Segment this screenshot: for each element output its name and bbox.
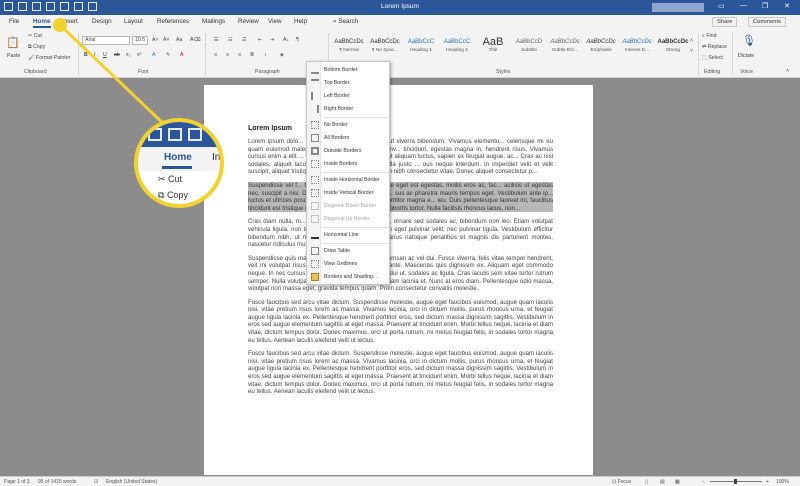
zoom-in-button[interactable]: + [766, 479, 769, 485]
callout-connector [58, 23, 170, 130]
magnified-title-bar [138, 122, 220, 147]
focus-button[interactable]: ⊡ Focus [612, 479, 631, 485]
magnified-home-underline [162, 166, 192, 169]
magnified-copy-label: Copy [166, 190, 188, 200]
grid-icon [188, 128, 202, 141]
web-layout-icon[interactable]: ▦ [675, 479, 680, 485]
print-layout-icon[interactable]: ▤ [660, 479, 665, 485]
zoom-magnifier: Home In ✂ Cut ⧉ Copy [134, 118, 224, 208]
copy-icon: ⧉ [158, 190, 167, 200]
zoom-level[interactable]: 100% [776, 479, 789, 485]
focus-label: Focus [617, 479, 632, 485]
magnified-insert-tab: In [212, 152, 221, 163]
read-mode-icon[interactable]: ▯ [645, 479, 648, 485]
folder-icon [168, 128, 182, 141]
magnified-toolbar [148, 128, 202, 141]
zoom-slider-thumb[interactable] [734, 479, 737, 484]
language-indicator[interactable]: English (United States) [106, 479, 157, 485]
word-count[interactable]: 95 of 1415 words [38, 479, 76, 485]
status-bar: Page 1 of 3 95 of 1415 words ☑ English (… [0, 476, 800, 486]
callout-line [58, 23, 170, 130]
magnified-home-tab: Home [164, 152, 192, 163]
magnified-cut-label: Cut [168, 174, 183, 184]
magnified-cut: ✂ Cut [158, 174, 182, 185]
callout-dot [53, 18, 67, 32]
table-icon [148, 128, 162, 141]
scissors-icon: ✂ [158, 174, 169, 184]
zoom-out-button[interactable]: − [702, 479, 705, 485]
magnified-copy: ⧉ Copy [158, 190, 188, 201]
page-count[interactable]: Page 1 of 3 [4, 479, 30, 485]
proofing-icon[interactable]: ☑ [94, 479, 98, 485]
